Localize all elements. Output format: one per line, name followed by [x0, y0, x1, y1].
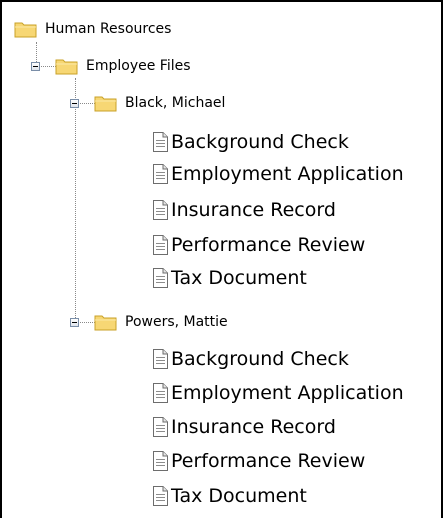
tree-node-label: Powers, Mattie: [125, 314, 228, 330]
collapse-minus-icon[interactable]: [70, 99, 79, 108]
tree-node-employee-files[interactable]: Employee Files: [55, 55, 191, 77]
document-icon: [153, 417, 168, 437]
document-label: Performance Review: [171, 234, 366, 256]
document-item[interactable]: Performance Review: [152, 446, 365, 476]
document-icon: [153, 235, 168, 255]
document-label: Employment Application: [171, 163, 404, 185]
folder-icon: [94, 96, 117, 112]
document-item[interactable]: Tax Document: [152, 481, 307, 511]
collapse-minus-icon[interactable]: [31, 62, 40, 71]
collapse-minus-icon[interactable]: [70, 318, 79, 327]
document-label: Employment Application: [171, 382, 404, 404]
document-icon: [153, 486, 168, 506]
document-icon: [153, 349, 168, 369]
file-tree: Human Resources Employee Files Black, Mi…: [0, 0, 443, 518]
document-label: Performance Review: [171, 450, 366, 472]
document-item[interactable]: Performance Review: [152, 230, 365, 260]
document-label: Background Check: [171, 348, 349, 370]
document-item[interactable]: Background Check: [152, 127, 349, 157]
tree-node-label: Human Resources: [45, 21, 172, 37]
tree-node-black-michael[interactable]: Black, Michael: [94, 92, 225, 114]
document-icon: [153, 268, 168, 288]
document-item[interactable]: Insurance Record: [152, 195, 336, 225]
document-icon: [153, 383, 168, 403]
document-item[interactable]: Employment Application: [152, 378, 404, 408]
document-item[interactable]: Tax Document: [152, 263, 307, 293]
document-icon: [153, 451, 168, 471]
tree-node-label: Black, Michael: [125, 95, 226, 111]
document-label: Tax Document: [171, 485, 307, 507]
tree-node-human-resources[interactable]: Human Resources: [14, 18, 171, 40]
tree-node-label: Employee Files: [86, 58, 191, 74]
document-label: Insurance Record: [171, 416, 336, 438]
document-label: Tax Document: [171, 267, 307, 289]
tree-connector-level2: [75, 78, 76, 322]
folder-icon: [14, 22, 37, 38]
document-label: Insurance Record: [171, 199, 336, 221]
document-item[interactable]: Employment Application: [152, 159, 404, 189]
document-icon: [153, 164, 168, 184]
document-icon: [153, 132, 168, 152]
tree-node-powers-mattie[interactable]: Powers, Mattie: [94, 311, 228, 333]
document-icon: [153, 200, 168, 220]
folder-icon: [55, 59, 78, 75]
document-item[interactable]: Background Check: [152, 344, 349, 374]
document-label: Background Check: [171, 131, 349, 153]
folder-icon: [94, 315, 117, 331]
document-item[interactable]: Insurance Record: [152, 412, 336, 442]
